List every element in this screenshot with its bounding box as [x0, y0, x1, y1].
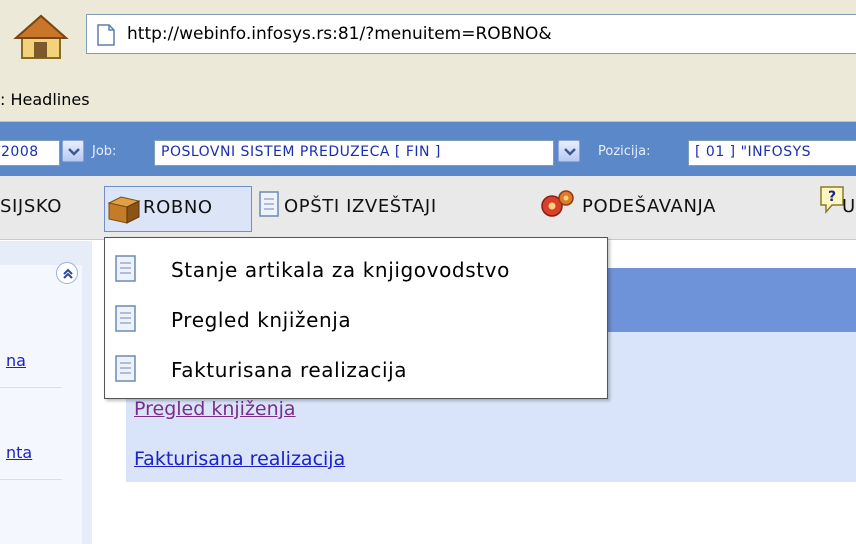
url-text: http://webinfo.infosys.rs:81/?menuitem=R… [127, 24, 552, 44]
left-panel: na nta [0, 241, 92, 544]
chevron-down-icon [564, 148, 576, 156]
bookmarks-bar: : Headlines [0, 78, 856, 122]
job-label: Job: [92, 144, 117, 159]
job-select[interactable]: POSLOVNI SISTEM PREDUZECA [ FIN ] [154, 140, 554, 166]
job-dropdown-arrow[interactable] [558, 140, 580, 162]
menu-item-podesavanja[interactable]: PODEŠAVANJA [582, 196, 716, 226]
job-value: POSLOVNI SISTEM PREDUZECA [ FIN ] [161, 144, 441, 160]
content-link-fakturisana-realizacija[interactable]: Fakturisana realizacija [134, 448, 345, 470]
left-link-na[interactable]: na [6, 351, 26, 370]
menu-item-opsti-izvestaji[interactable]: OPŠTI IZVEŠTAJI [284, 196, 437, 226]
job-strip: 2008 Job: POSLOVNI SISTEM PREDUZECA [ FI… [0, 122, 856, 176]
menu-item-sijsko[interactable]: SIJSKO [0, 196, 62, 226]
dropdown-item-label: Pregled knjiženja [171, 308, 352, 332]
gears-icon [541, 190, 574, 217]
menu-bar: SIJSKO ROBNO OPŠTI IZVEŠTAJI PODEŠAVANJA… [0, 176, 856, 240]
menu-item-robno-label: ROBNO [143, 197, 213, 218]
left-divider [0, 479, 62, 480]
dropdown-item-pregled-knjizenja[interactable]: Pregled knjiženja [105, 294, 607, 344]
position-value: [ 01 ] "INFOSYS [695, 144, 812, 160]
dropdown-item-fakturisana-realizacija[interactable]: Fakturisana realizacija [105, 344, 607, 394]
double-chevron-up-icon [63, 268, 73, 279]
left-panel-body: na nta [0, 265, 82, 544]
dropdown-item-label: Stanje artikala za knjigovodstvo [171, 258, 510, 282]
left-divider [0, 387, 62, 388]
svg-text:?: ? [828, 189, 836, 205]
position-select[interactable]: [ 01 ] "INFOSYS [688, 140, 856, 166]
box-icon [107, 196, 141, 224]
year-value: 2008 [1, 144, 39, 160]
content-link-pregled-knjizenja[interactable]: Pregled knjiženja [134, 398, 296, 420]
year-select[interactable]: 2008 [0, 140, 60, 166]
report-icon [115, 255, 136, 282]
robno-dropdown-menu: Stanje artikala za knjigovodstvo Pregled… [104, 237, 608, 399]
report-icon [115, 305, 136, 332]
menu-item-up[interactable]: UP [842, 196, 856, 226]
home-icon [13, 14, 69, 59]
left-link-nta[interactable]: nta [6, 443, 32, 462]
report-icon [115, 355, 136, 382]
position-label: Pozicija: [598, 144, 651, 159]
chevron-down-icon [68, 148, 80, 156]
year-dropdown-arrow[interactable] [62, 140, 84, 162]
home-button[interactable] [12, 12, 70, 62]
dropdown-item-stanje-artikala[interactable]: Stanje artikala za knjigovodstvo [105, 244, 607, 294]
page-icon [97, 24, 115, 46]
browser-toolbar: http://webinfo.infosys.rs:81/?menuitem=R… [0, 0, 856, 78]
dropdown-item-label: Fakturisana realizacija [171, 358, 408, 382]
bookmark-headlines[interactable]: : Headlines [0, 90, 90, 109]
document-icon [259, 191, 279, 217]
address-bar[interactable]: http://webinfo.infosys.rs:81/?menuitem=R… [86, 14, 856, 54]
collapse-button[interactable] [56, 262, 78, 284]
menu-item-robno[interactable]: ROBNO [104, 186, 252, 232]
